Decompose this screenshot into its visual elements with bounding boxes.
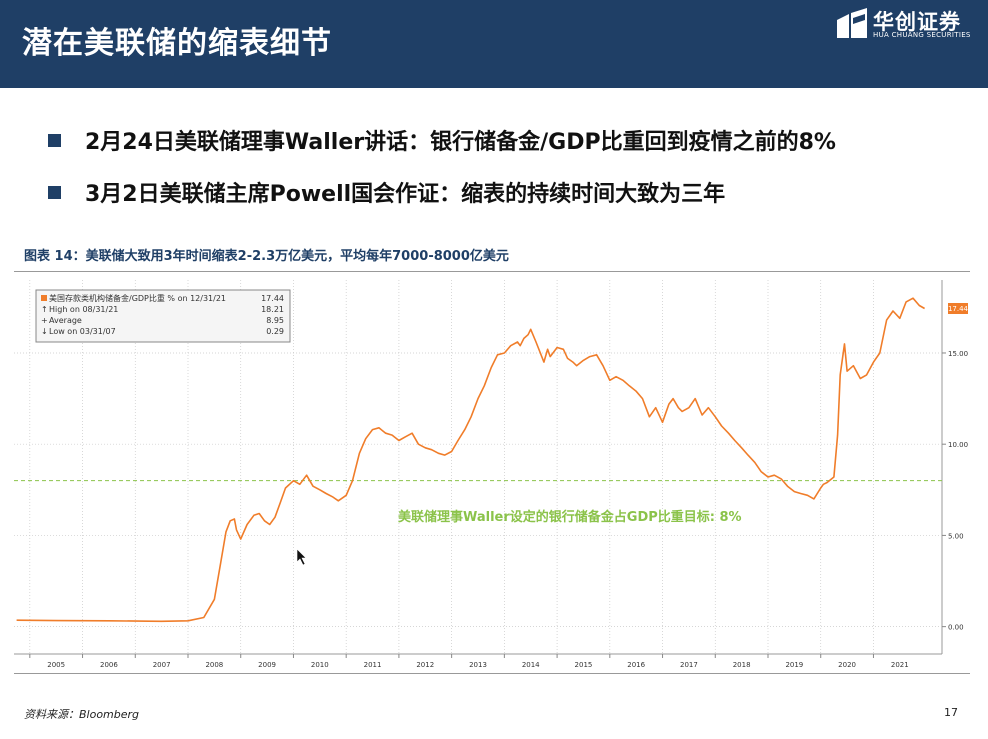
x-tick-label: 2020 [838, 661, 856, 669]
x-tick-label: 2011 [364, 661, 382, 669]
x-tick-label: 2021 [891, 661, 909, 669]
chart-container: 0.00 5.00 10.00 15.00 2005 2006 2007 2008 2009 2… [14, 271, 970, 674]
legend-high-value: 18.21 [261, 305, 284, 314]
legend-swatch-icon [41, 295, 47, 301]
legend-high-arrow-icon: ↑ [41, 305, 48, 314]
x-tick-label: 2008 [205, 661, 223, 669]
legend-average-value: 8.95 [266, 316, 284, 325]
x-tick-label: 2012 [416, 661, 434, 669]
logo-english-text: HUA CHUANG SECURITIES [873, 31, 971, 39]
x-tick-label: 2019 [785, 661, 803, 669]
x-tick-label: 2007 [153, 661, 171, 669]
legend-series-label: 美国存款类机构储备金/GDP比重 % on 12/31/21 [49, 293, 226, 303]
company-logo: 华创证券 HUA CHUANG SECURITIES [835, 6, 985, 42]
x-tick-label: 2015 [575, 661, 593, 669]
bullet-text: 3月2日美联储主席Powell国会作证：缩表的持续时间大致为三年 [85, 182, 726, 207]
x-tick-label: 2016 [627, 661, 645, 669]
legend-low-arrow-icon: ↓ [41, 327, 48, 336]
figure-caption: 图表 14：美联储大致用3年时间缩表2-2.3万亿美元，平均每年7000-800… [24, 249, 509, 264]
legend-low-value: 0.29 [266, 327, 284, 336]
x-tick-label: 2013 [469, 661, 487, 669]
chart-legend: 美国存款类机构储备金/GDP比重 % on 12/31/21 17.44 ↑ H… [35, 289, 291, 343]
y-tick-label: 0.00 [948, 624, 964, 632]
y-tick-label: 5.00 [948, 532, 964, 540]
source-note: 资料来源：Bloomberg [24, 708, 140, 721]
logo-mark-icon [837, 8, 867, 38]
slide-header: 潜在美联储的缩表细节 华创证券 HUA CHUANG SECURITIES [0, 0, 988, 88]
bullet-square-icon [48, 134, 61, 147]
x-tick-label: 2009 [258, 661, 276, 669]
legend-average-icon: + [41, 316, 48, 325]
x-tick-label: 2005 [47, 661, 65, 669]
bullet-square-icon [48, 186, 61, 199]
last-value-tag: 17.44 [948, 303, 969, 314]
x-tick-label: 2014 [522, 661, 540, 669]
target-annotation: 美联储理事Waller设定的银行储备金占GDP比重目标: 8% [398, 509, 742, 525]
bullet-text: 2月24日美联储理事Waller讲话：银行储备金/GDP比重回到疫情之前的8% [85, 130, 836, 155]
x-tick-label: 2018 [733, 661, 751, 669]
reserves-gdp-chart: 0.00 5.00 10.00 15.00 2005 2006 2007 2008 2009 2… [14, 272, 970, 673]
y-tick-label: 10.00 [948, 441, 968, 449]
legend-last-value: 17.44 [261, 294, 284, 303]
legend-high-label: High on 08/31/21 [49, 305, 118, 314]
page-number: 17 [944, 706, 958, 719]
x-tick-label: 2010 [311, 661, 329, 669]
legend-low-label: Low on 03/31/07 [49, 327, 116, 336]
y-tick-label: 15.00 [948, 350, 968, 358]
x-tick-label: 2006 [100, 661, 118, 669]
slide-title: 潜在美联储的缩表细节 [22, 26, 332, 61]
legend-average-label: Average [49, 316, 82, 325]
last-value-tag-text: 17.44 [948, 305, 969, 313]
x-tick-label: 2017 [680, 661, 698, 669]
